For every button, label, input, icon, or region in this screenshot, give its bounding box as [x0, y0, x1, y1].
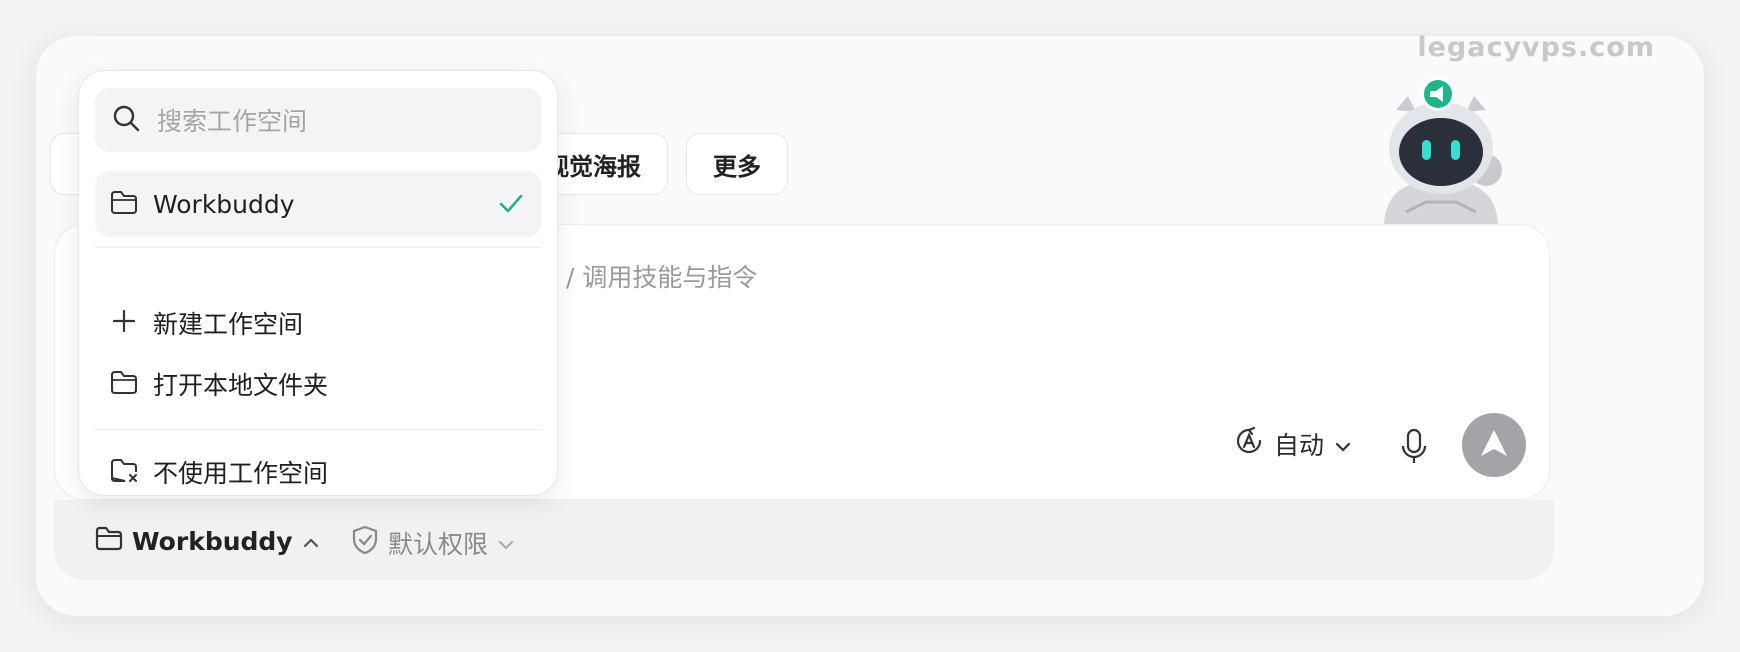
mode-label: 自动 — [1274, 431, 1325, 460]
watermark: legacyvps.com — [1417, 32, 1655, 63]
menu-divider — [95, 247, 541, 248]
search-placeholder: 搜索工作空间 — [157, 107, 308, 136]
new-workspace-item[interactable]: 新建工作空间 — [95, 294, 541, 352]
send-button[interactable] — [1462, 413, 1526, 477]
chevron-down-icon — [1334, 430, 1352, 459]
folder-remove-icon — [109, 456, 139, 488]
folder-icon — [109, 188, 139, 220]
chevron-up-icon — [301, 527, 321, 556]
microphone-button[interactable] — [1398, 426, 1430, 466]
workspace-item-label: Workbuddy — [153, 189, 295, 219]
open-local-folder-item[interactable]: 打开本地文件夹 — [95, 355, 541, 413]
send-arrow-icon — [1478, 427, 1510, 463]
no-workspace-label: 不使用工作空间 — [153, 459, 329, 488]
folder-icon — [109, 368, 139, 400]
workspace-search-input[interactable]: 搜索工作空间 — [95, 88, 541, 152]
shield-check-icon — [350, 524, 380, 562]
workspace-item-workbuddy[interactable]: Workbuddy — [95, 171, 541, 237]
mode-selector[interactable]: 自动 — [1234, 426, 1352, 462]
auto-mode-icon — [1234, 426, 1264, 462]
search-icon — [111, 103, 141, 137]
chip-more[interactable]: 更多 — [686, 133, 788, 195]
permission-selector[interactable]: 默认权限 — [350, 524, 516, 562]
new-workspace-label: 新建工作空间 — [153, 310, 304, 339]
permission-label: 默认权限 — [388, 530, 489, 559]
menu-divider — [95, 429, 541, 430]
chip-more-label: 更多 — [713, 152, 761, 181]
robot-mascot[interactable] — [1366, 72, 1516, 224]
open-local-folder-label: 打开本地文件夹 — [153, 371, 329, 400]
workspace-dropdown: 搜索工作空间 Workbuddy 新建工作空间 打开本地文件夹 不使用工作空间 — [78, 70, 558, 496]
folder-icon — [94, 524, 124, 558]
checkmark-icon — [497, 191, 525, 221]
plus-icon — [109, 306, 139, 340]
composer-placeholder: / 调用技能与指令 — [566, 263, 758, 292]
workspace-selector[interactable]: Workbuddy — [94, 524, 321, 558]
chevron-down-icon — [496, 529, 516, 558]
microphone-icon — [1398, 428, 1430, 470]
workspace-selector-label: Workbuddy — [132, 526, 293, 556]
chip-visual-poster-label: 视觉海报 — [545, 152, 641, 181]
no-workspace-item[interactable]: 不使用工作空间 — [95, 443, 541, 501]
